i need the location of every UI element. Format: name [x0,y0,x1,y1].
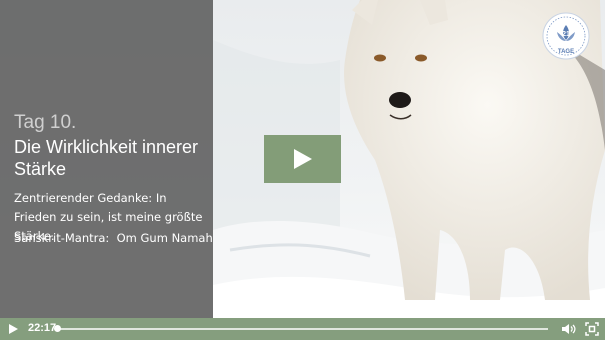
logo-label: TAGE [557,49,575,55]
big-play-button[interactable] [264,135,341,183]
play-button[interactable] [6,322,20,336]
control-bar: 22:17 [0,318,605,340]
day-label: Tag 10. [14,112,77,133]
info-panel: Tag 10. Die Wirklichkeit innerer Stärke … [0,0,213,318]
sanskrit-mantra: Sanskrit-Mantra: Om Gum Namah [14,231,213,245]
volume-button[interactable] [561,322,577,336]
current-time: 22:17 [28,322,57,334]
seek-handle[interactable] [53,325,61,332]
video-player[interactable]: Tag 10. Die Wirklichkeit innerer Stärke … [0,0,605,340]
fullscreen-button[interactable] [585,322,599,336]
seek-bar[interactable] [57,328,548,330]
episode-title: Die Wirklichkeit innerer Stärke [14,137,199,179]
svg-text:21: 21 [562,31,570,38]
volume-icon [562,324,576,334]
fullscreen-icon [585,322,599,336]
play-icon [294,149,312,169]
